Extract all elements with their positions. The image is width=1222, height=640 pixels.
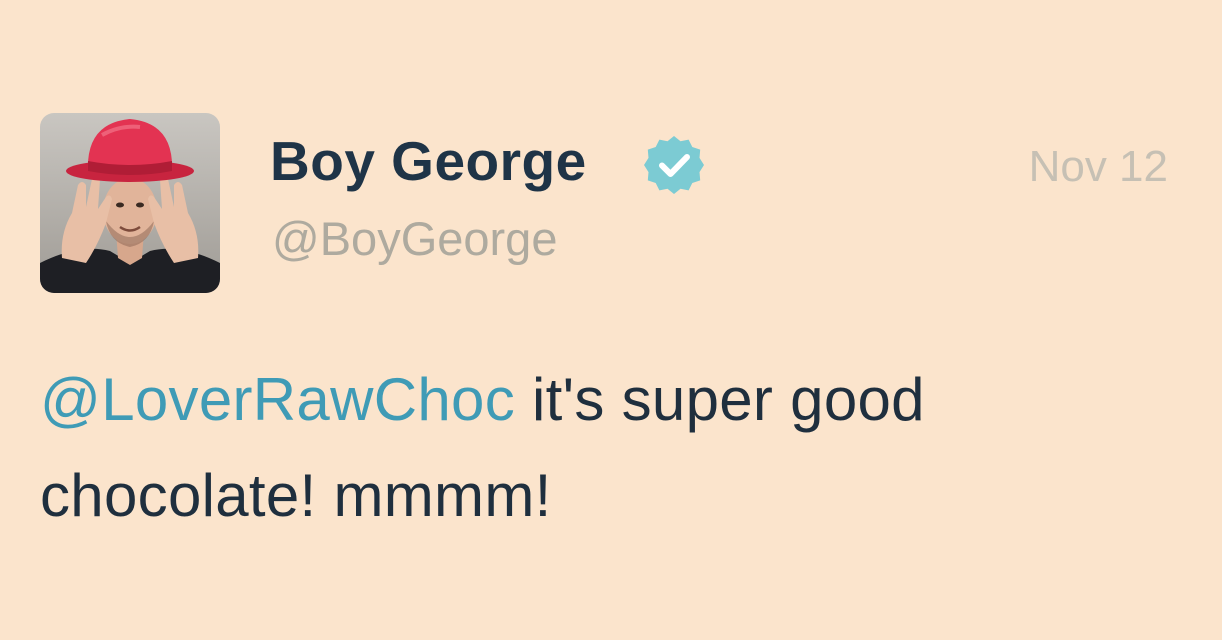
avatar-image bbox=[40, 113, 220, 293]
tweet-text-line2: chocolate! mmmm! bbox=[40, 462, 552, 529]
display-name[interactable]: Boy George bbox=[270, 134, 587, 189]
mention-link[interactable]: @LoverRawChoc bbox=[40, 366, 515, 433]
verified-badge-icon bbox=[644, 136, 704, 194]
tweet-body: @LoverRawChoc it's super good chocolate!… bbox=[40, 352, 1180, 544]
user-avatar[interactable] bbox=[40, 113, 220, 293]
tweet-card: Boy George @BoyGeorge Nov 12 @LoverRawCh… bbox=[0, 0, 1222, 640]
tweet-text-line1: it's super good bbox=[515, 366, 925, 433]
user-handle[interactable]: @BoyGeorge bbox=[272, 215, 557, 262]
tweet-timestamp[interactable]: Nov 12 bbox=[1029, 145, 1168, 189]
